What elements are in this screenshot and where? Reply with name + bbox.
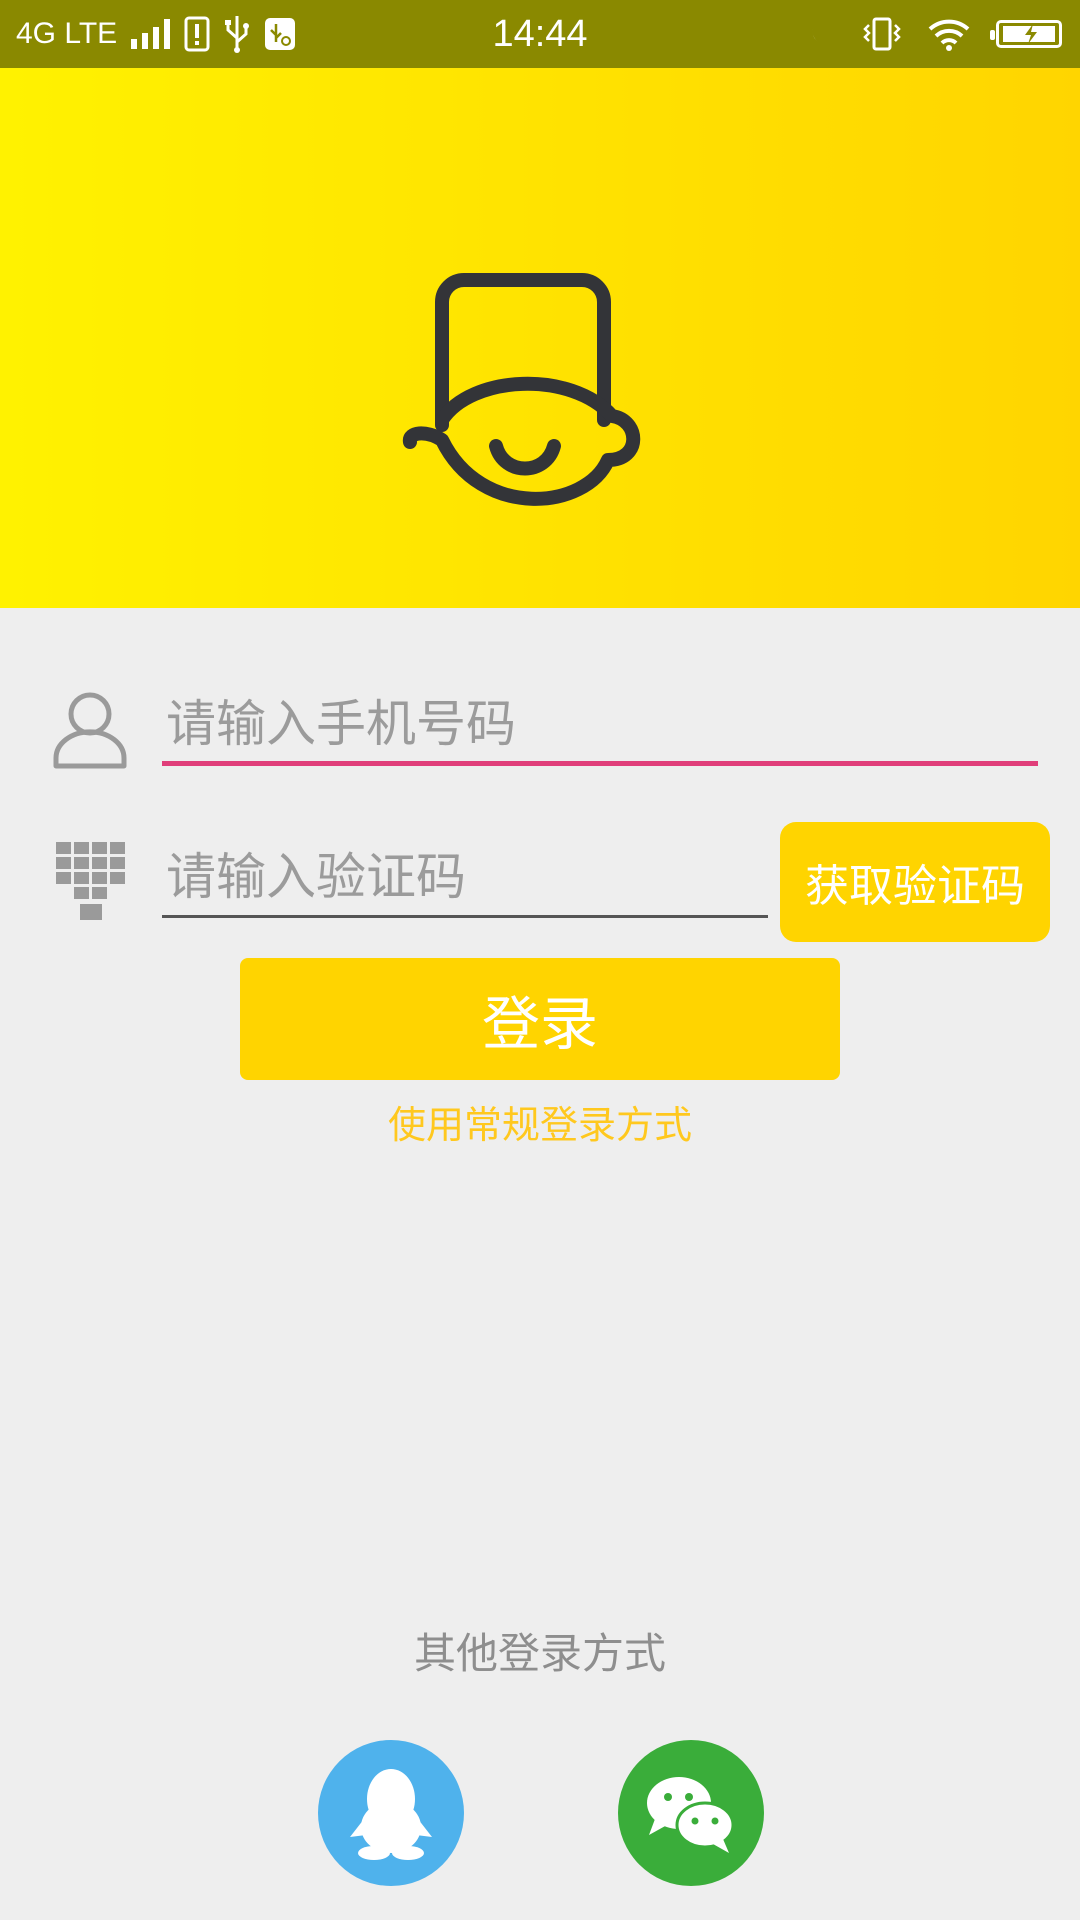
get-code-button[interactable]: 获取验证码 [780,822,1050,942]
qq-login-button[interactable] [318,1740,464,1886]
keypad-icon [56,842,125,920]
login-button[interactable]: 登录 [240,958,840,1080]
vibrate-icon [863,17,901,51]
smiling-chef-face-icon [403,273,641,506]
regular-login-link[interactable]: 使用常规登录方式 [0,1094,1080,1149]
status-right [808,0,1062,68]
wechat-login-button[interactable] [618,1740,764,1886]
qq-penguin-icon [350,1769,432,1860]
wifi-icon [928,19,970,51]
battery-charging-icon [990,20,1062,48]
status-bar: 4G LTE 14:44 [0,0,1080,68]
user-icon [53,692,127,769]
wechat-icon [647,1777,735,1853]
verification-code-input[interactable] [162,838,768,918]
other-login-label: 其他登录方式 [413,1629,666,1678]
phone-number-input[interactable] [162,686,1038,766]
moon-icon [812,23,834,44]
